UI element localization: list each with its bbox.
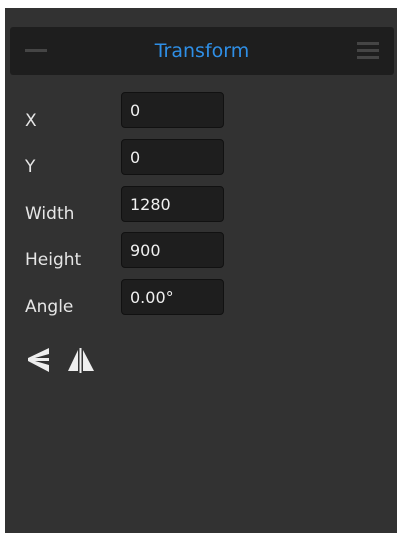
width-label: Width	[25, 204, 75, 224]
x-input[interactable]	[121, 92, 224, 128]
panel-title: Transform	[154, 40, 250, 62]
width-input[interactable]	[121, 186, 224, 222]
y-label: Y	[25, 157, 36, 177]
height-label: Height	[25, 250, 82, 270]
flip-horizontal-icon[interactable]	[66, 346, 94, 374]
perspective-icon[interactable]	[25, 346, 51, 374]
angle-label: Angle	[25, 297, 74, 317]
transform-panel: Transform X Y Width Height Angle	[5, 8, 397, 533]
height-input[interactable]	[121, 232, 224, 268]
angle-input[interactable]	[121, 279, 224, 315]
panel-header: Transform	[10, 27, 394, 75]
x-label: X	[25, 111, 37, 131]
hamburger-menu-icon[interactable]	[357, 40, 379, 60]
y-input[interactable]	[121, 139, 224, 175]
